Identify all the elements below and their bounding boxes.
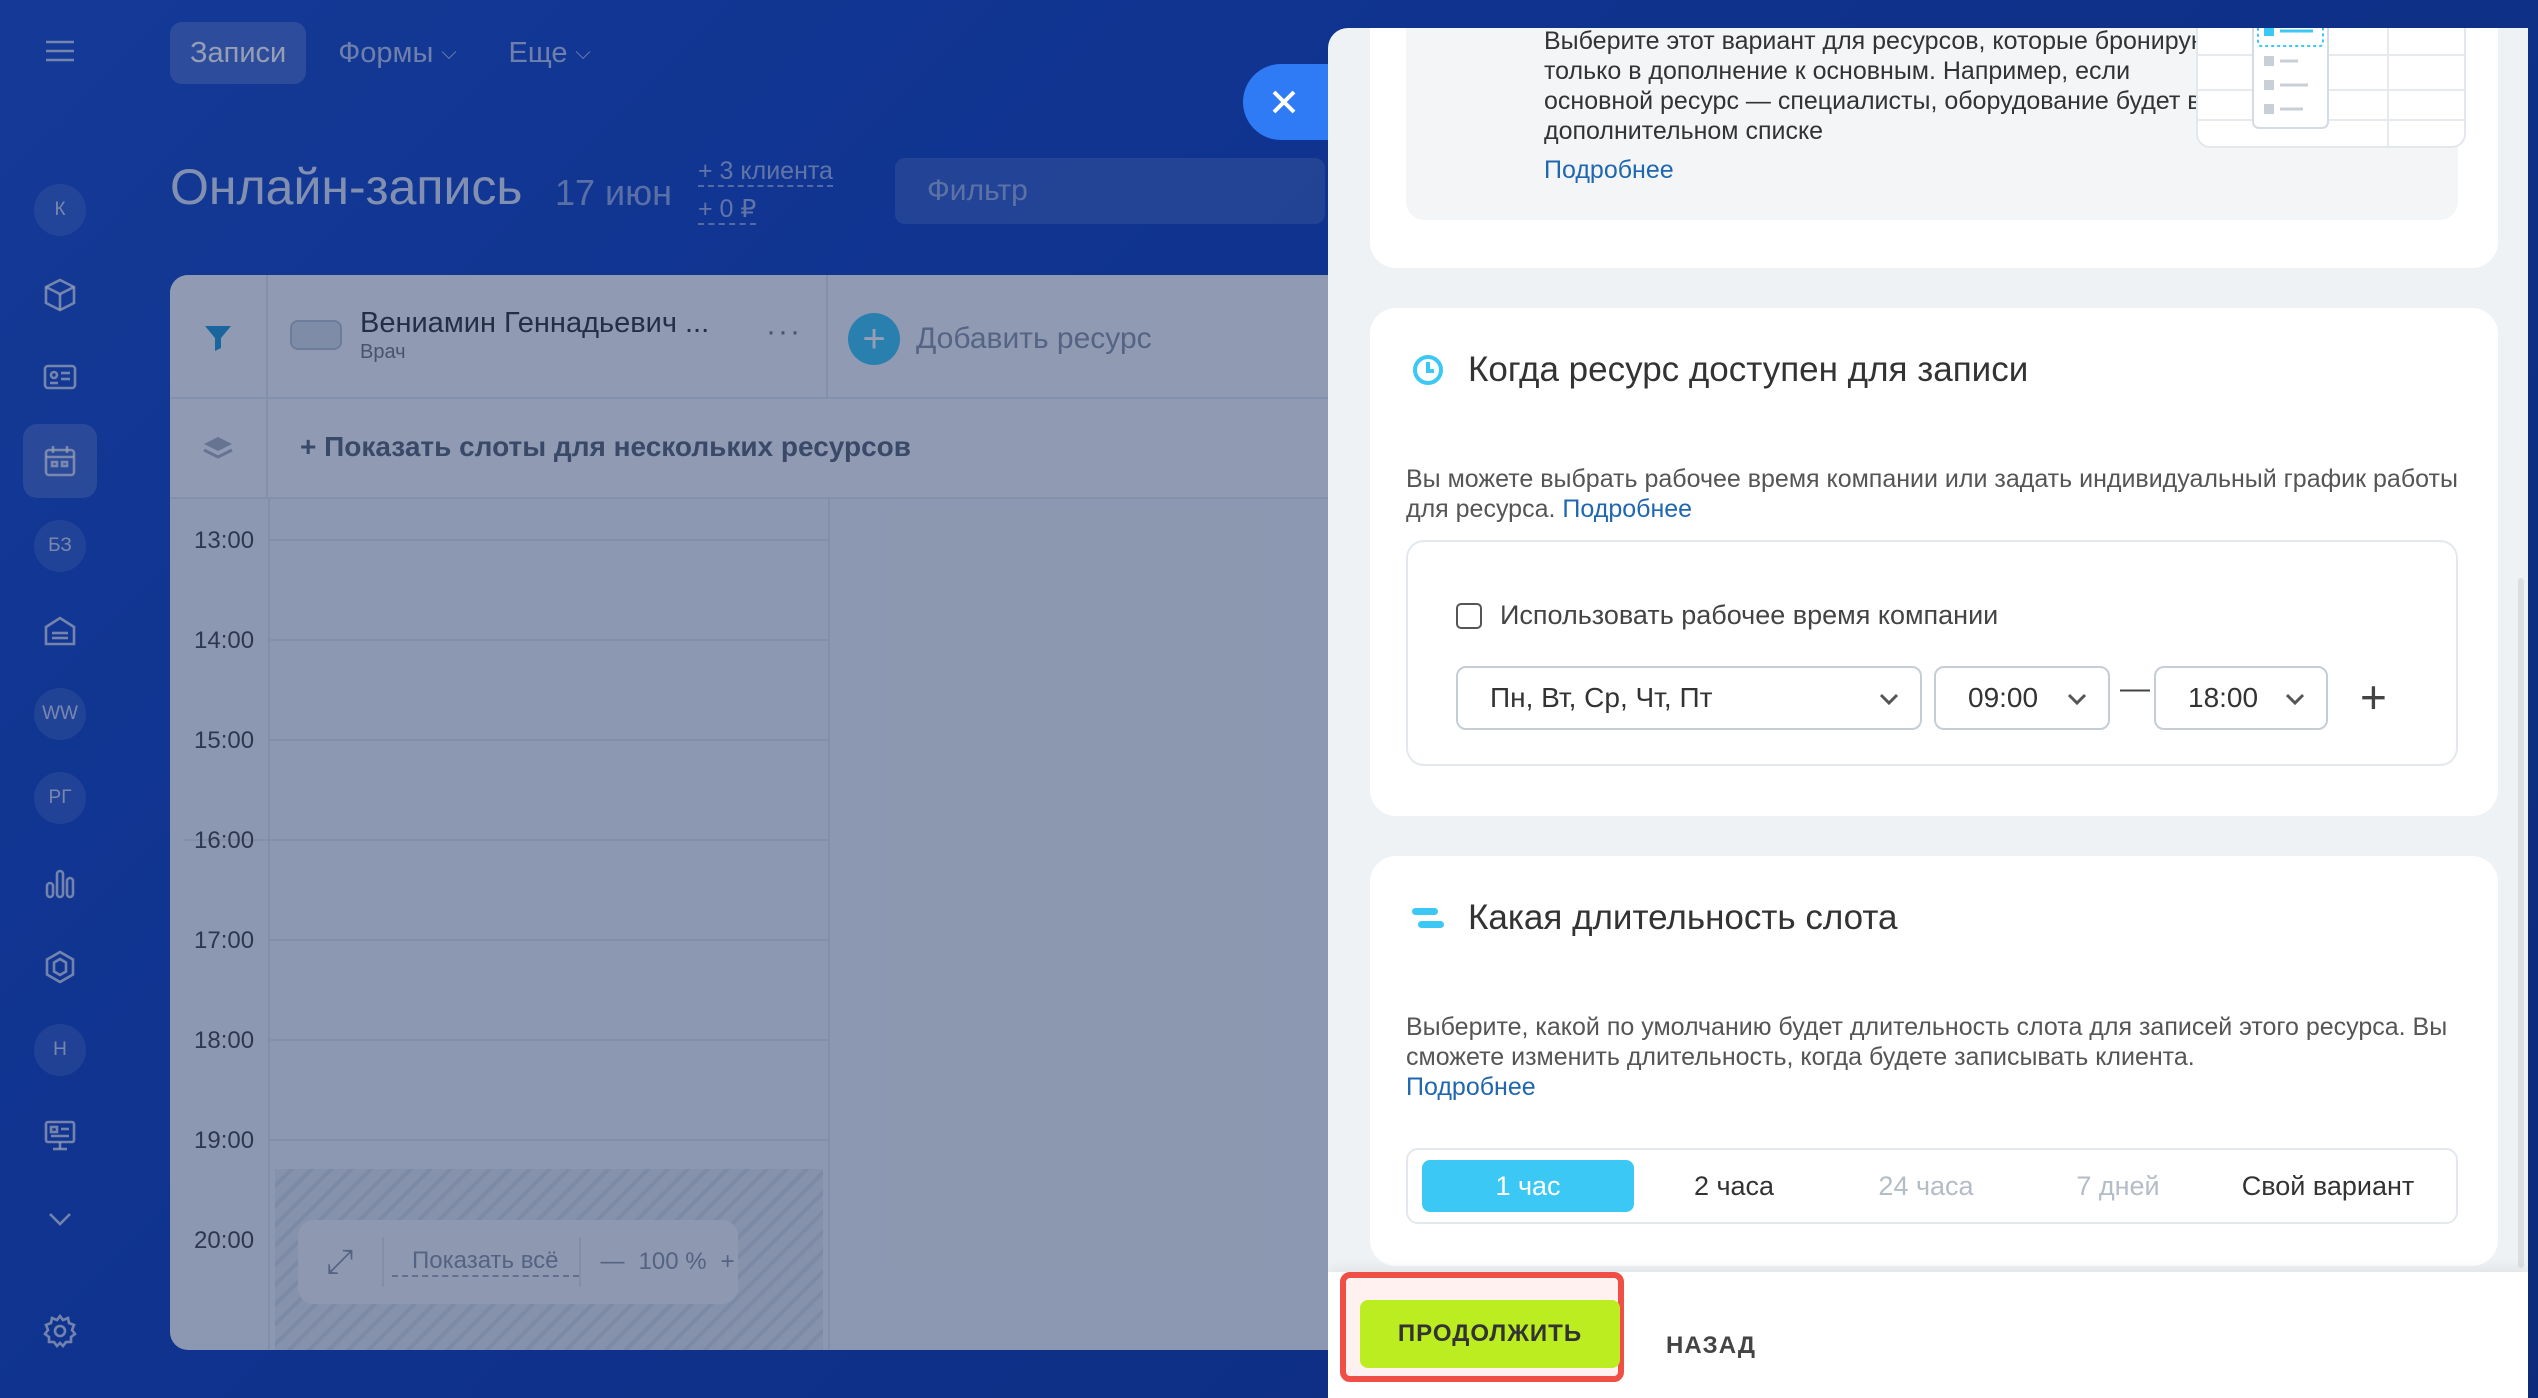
end-time-select[interactable]: 18:00: [2154, 666, 2328, 730]
time-range-dash: —: [2120, 672, 2150, 705]
schedule-box: Использовать рабочее время компании Пн, …: [1406, 540, 2458, 766]
resource-type-card: Выберите этот вариант для ресурсов, кото…: [1370, 28, 2498, 268]
more-link[interactable]: Подробнее: [1544, 156, 1674, 185]
more-link[interactable]: Подробнее: [1406, 1072, 2466, 1102]
chevron-down-icon: [1879, 693, 1899, 706]
option-description: Выберите этот вариант для ресурсов, кото…: [1544, 28, 2221, 145]
close-icon: [1272, 90, 1296, 114]
availability-card: Когда ресурс доступен для записи Вы може…: [1370, 308, 2498, 816]
company-hours-checkbox-row[interactable]: Использовать рабочее время компании: [1456, 600, 1998, 631]
duration-tab-24-hours[interactable]: 24 часа: [1834, 1160, 2018, 1212]
duration-tab-7-days[interactable]: 7 дней: [2018, 1160, 2218, 1212]
back-button[interactable]: НАЗАД: [1666, 1332, 1756, 1360]
app-background: К БЗ WW РГ Н Записи Формы ⌵ Еще ⌵ Онлайн…: [0, 0, 2538, 1398]
end-time-value: 18:00: [2188, 682, 2259, 713]
section-description: Выберите, какой по умолчанию будет длите…: [1406, 1012, 2466, 1102]
chevron-down-icon: [2067, 693, 2087, 706]
section-description: Вы можете выбрать рабочее время компании…: [1406, 464, 2466, 524]
start-time-value: 09:00: [1968, 682, 2039, 713]
duration-tab-custom[interactable]: Свой вариант: [2218, 1160, 2438, 1212]
duration-tab-1-hour[interactable]: 1 час: [1422, 1160, 1634, 1212]
resource-settings-panel: Выберите этот вариант для ресурсов, кото…: [1328, 28, 2528, 1398]
duration-icon: [1412, 908, 1444, 928]
description-text: Выберите, какой по умолчанию будет длите…: [1406, 1013, 2448, 1071]
section-title: Когда ресурс доступен для записи: [1468, 350, 2029, 389]
panel-scrollbar[interactable]: [2518, 578, 2524, 1268]
weekdays-value: Пн, Вт, Ср, Чт, Пт: [1490, 682, 1713, 713]
chevron-down-icon: [2285, 693, 2305, 706]
more-link[interactable]: Подробнее: [1562, 495, 1692, 523]
checkbox-label: Использовать рабочее время компании: [1500, 600, 1999, 630]
start-time-select[interactable]: 09:00: [1934, 666, 2110, 730]
section-title: Какая длительность слота: [1468, 898, 1898, 937]
add-interval-button[interactable]: +: [2360, 674, 2387, 720]
clock-icon: [1413, 355, 1443, 385]
continue-highlight: ПРОДОЛЖИТЬ: [1340, 1272, 1624, 1382]
slot-duration-card: Какая длительность слота Выберите, какой…: [1370, 856, 2498, 1266]
duration-tab-2-hours[interactable]: 2 часа: [1634, 1160, 1834, 1212]
panel-footer: ПРОДОЛЖИТЬ НАЗАД: [1328, 1272, 2528, 1398]
additional-resource-option[interactable]: Выберите этот вариант для ресурсов, кото…: [1406, 28, 2466, 220]
continue-button[interactable]: ПРОДОЛЖИТЬ: [1360, 1300, 1620, 1368]
company-hours-checkbox[interactable]: [1456, 602, 1482, 629]
resource-list-illustration: [2196, 28, 2466, 148]
slot-duration-tabs: 1 час 2 часа 24 часа 7 дней Свой вариант: [1406, 1148, 2458, 1224]
weekdays-select[interactable]: Пн, Вт, Ср, Чт, Пт: [1456, 666, 1922, 730]
